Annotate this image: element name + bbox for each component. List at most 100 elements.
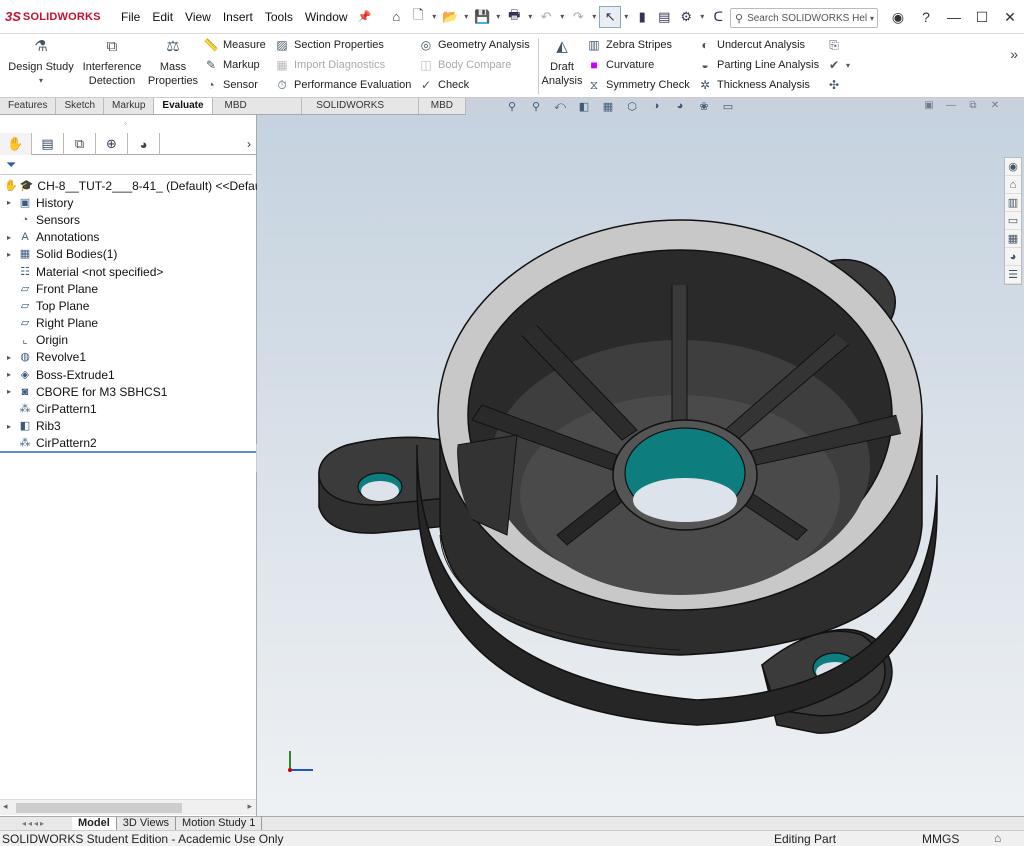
chevron-down-icon[interactable]: ▾: [846, 61, 850, 70]
tree-item-origin[interactable]: ⌞ Origin: [0, 332, 257, 349]
panel-grip-icon[interactable]: ◦: [124, 119, 127, 128]
view-orientation-icon[interactable]: ⬡: [620, 100, 644, 113]
user-account-icon[interactable]: ◉: [884, 9, 912, 26]
tree-item-sensors[interactable]: ◔ Sensors: [0, 211, 257, 228]
graphics-area[interactable]: ◉ ⌂ ▥ ▭ ▦ ◕ ☰: [257, 115, 1024, 816]
redo-icon[interactable]: ↷: [567, 6, 589, 28]
tree-item-cirpattern1[interactable]: ⁂ CirPattern1: [0, 400, 257, 417]
select-pointer-icon[interactable]: ↖: [599, 5, 622, 28]
tab-evaluate[interactable]: Evaluate: [154, 98, 213, 114]
tree-item-material[interactable]: ☷ Material <not specified>: [0, 263, 257, 280]
chevron-down-icon[interactable]: ▾: [621, 12, 631, 21]
file-properties-icon[interactable]: ▤: [653, 6, 675, 28]
chevron-down-icon[interactable]: ▾: [493, 12, 503, 21]
menu-view[interactable]: View: [179, 0, 217, 34]
expand-arrow-icon[interactable]: ▸: [4, 422, 14, 431]
interference-detection-button[interactable]: ⧉ Interference Detection: [80, 39, 144, 88]
search-box[interactable]: ⚲ Search SOLIDWORKS Hel ▾: [730, 8, 878, 28]
expand-arrow-icon[interactable]: ▸: [4, 198, 14, 207]
tab-mbd-dimensions[interactable]: MBD Dimensions: [212, 98, 303, 127]
close-icon[interactable]: ✕: [996, 9, 1024, 26]
performance-evaluation-button[interactable]: ⏱ Performance Evaluation: [274, 76, 411, 94]
menu-window[interactable]: Window: [299, 0, 354, 34]
scroll-right-icon[interactable]: ▸: [247, 801, 252, 812]
dynamic-annotation-icon[interactable]: ▦: [596, 100, 620, 113]
rollback-bar[interactable]: [0, 451, 256, 453]
draft-analysis-button[interactable]: ◭ Draft Analysis: [540, 39, 584, 88]
import-diagnostics-button[interactable]: ▦ Import Diagnostics: [274, 56, 385, 74]
tree-item-solid-bodies[interactable]: ▸ ▦ Solid Bodies(1): [0, 246, 257, 263]
dimxpert-tab-icon[interactable]: ⊕: [96, 133, 128, 155]
tree-item-annotations[interactable]: ▸ A Annotations: [0, 229, 257, 246]
minimize-icon[interactable]: —: [940, 9, 968, 25]
configuration-manager-tab-icon[interactable]: ⧉: [64, 133, 96, 155]
restore-viewport-icon[interactable]: ▣: [918, 100, 940, 111]
chevron-down-icon[interactable]: ▾: [589, 12, 599, 21]
tab-markup[interactable]: Markup: [104, 98, 155, 114]
chevron-down-icon[interactable]: ▾: [461, 12, 471, 21]
close-viewport-icon[interactable]: ✕: [984, 100, 1006, 111]
section-view-icon[interactable]: ◧: [572, 100, 596, 113]
chevron-down-icon[interactable]: ▾: [557, 12, 567, 21]
chevron-down-icon[interactable]: ▾: [870, 14, 874, 23]
menu-edit[interactable]: Edit: [146, 0, 179, 34]
tab-3d-views[interactable]: 3D Views: [116, 817, 177, 830]
expand-arrow-icon[interactable]: ▸: [4, 233, 14, 242]
save-icon[interactable]: 💾: [471, 6, 493, 28]
tree-root-part[interactable]: ✋ 🎓 CH-8__TUT-2___8-41_ (Default) <<Defa…: [0, 177, 262, 194]
tree-item-history[interactable]: ▸ ▣ History: [0, 194, 257, 211]
view-settings-icon[interactable]: ▭: [716, 100, 740, 113]
measure-button[interactable]: 📏 Measure: [203, 36, 266, 54]
tree-filter[interactable]: ⏷: [0, 155, 252, 175]
part-model[interactable]: [257, 115, 1024, 816]
chevron-down-icon[interactable]: ▾: [429, 12, 439, 21]
section-properties-button[interactable]: ▨ Section Properties: [274, 36, 384, 54]
tree-item-front-plane[interactable]: ▱ Front Plane: [0, 280, 257, 297]
compare-documents-button[interactable]: ⎘: [826, 36, 846, 54]
tab-sketch[interactable]: Sketch: [56, 98, 105, 114]
tree-item-boss-extrude1[interactable]: ▸ ◈ Boss-Extrude1: [0, 366, 257, 383]
tree-item-cirpattern2[interactable]: ⁂ CirPattern2: [0, 435, 257, 452]
more-toolbar-icon[interactable]: ᑕ: [707, 6, 729, 28]
chevron-right-icon[interactable]: ›: [247, 133, 251, 154]
scroll-left-icon[interactable]: ◂: [3, 801, 8, 812]
tab-motion-study-1[interactable]: Motion Study 1: [176, 817, 263, 830]
edit-appearance-icon[interactable]: ❀: [692, 100, 716, 113]
chevron-down-icon[interactable]: ▾: [697, 12, 707, 21]
display-manager-tab-icon[interactable]: ◕: [128, 133, 160, 155]
tree-item-top-plane[interactable]: ▱ Top Plane: [0, 297, 257, 314]
mass-properties-button[interactable]: ⚖ Mass Properties: [146, 39, 200, 88]
body-compare-button[interactable]: ◫ Body Compare: [418, 56, 511, 74]
expand-arrow-icon[interactable]: ▸: [4, 250, 14, 259]
design-study-button[interactable]: ⚗ Design Study ▾: [6, 39, 76, 88]
new-document-icon[interactable]: 🗋: [407, 6, 429, 28]
tab-solidworks-add-ins[interactable]: SOLIDWORKS Add-Ins: [302, 98, 419, 127]
property-manager-tab-icon[interactable]: ▤: [32, 133, 64, 155]
deviation-analysis-button[interactable]: ✣: [826, 76, 846, 94]
tree-item-right-plane[interactable]: ▱ Right Plane: [0, 315, 257, 332]
scrollbar-thumb[interactable]: [16, 803, 182, 813]
print-icon[interactable]: 🖶: [503, 6, 525, 28]
chevron-down-icon[interactable]: ▾: [6, 74, 76, 88]
tab-features[interactable]: Features: [0, 98, 57, 114]
expand-arrow-icon[interactable]: ▸: [4, 370, 14, 379]
home-icon[interactable]: ⌂: [385, 6, 407, 28]
undo-icon[interactable]: ↶: [535, 6, 557, 28]
search-input[interactable]: Search SOLIDWORKS Hel: [747, 13, 867, 24]
menu-file[interactable]: File: [115, 0, 146, 34]
minimize-viewport-icon[interactable]: —: [940, 100, 962, 111]
curvature-button[interactable]: ■ Curvature: [586, 56, 654, 74]
horizontal-scrollbar[interactable]: ◂ ▸: [0, 799, 256, 815]
tree-item-cbore[interactable]: ▸ ◙ CBORE for M3 SBHCS1: [0, 383, 257, 400]
pin-icon[interactable]: 📌: [358, 10, 372, 23]
symmetry-check-button[interactable]: ⧖ Symmetry Check: [586, 76, 690, 94]
geometry-analysis-button[interactable]: ◎ Geometry Analysis: [418, 36, 530, 54]
tab-scroll-arrows[interactable]: ◂◂◂▸: [0, 817, 72, 830]
menu-tools[interactable]: Tools: [259, 0, 299, 34]
expand-arrow-icon[interactable]: ▸: [4, 353, 14, 362]
tab-model[interactable]: Model: [72, 817, 117, 830]
parting-line-analysis-button[interactable]: ◒ Parting Line Analysis: [697, 56, 819, 74]
chevron-more-icon[interactable]: »: [1010, 46, 1018, 62]
options-gear-icon[interactable]: ⚙: [675, 6, 697, 28]
zebra-stripes-button[interactable]: ▥ Zebra Stripes: [586, 36, 672, 54]
